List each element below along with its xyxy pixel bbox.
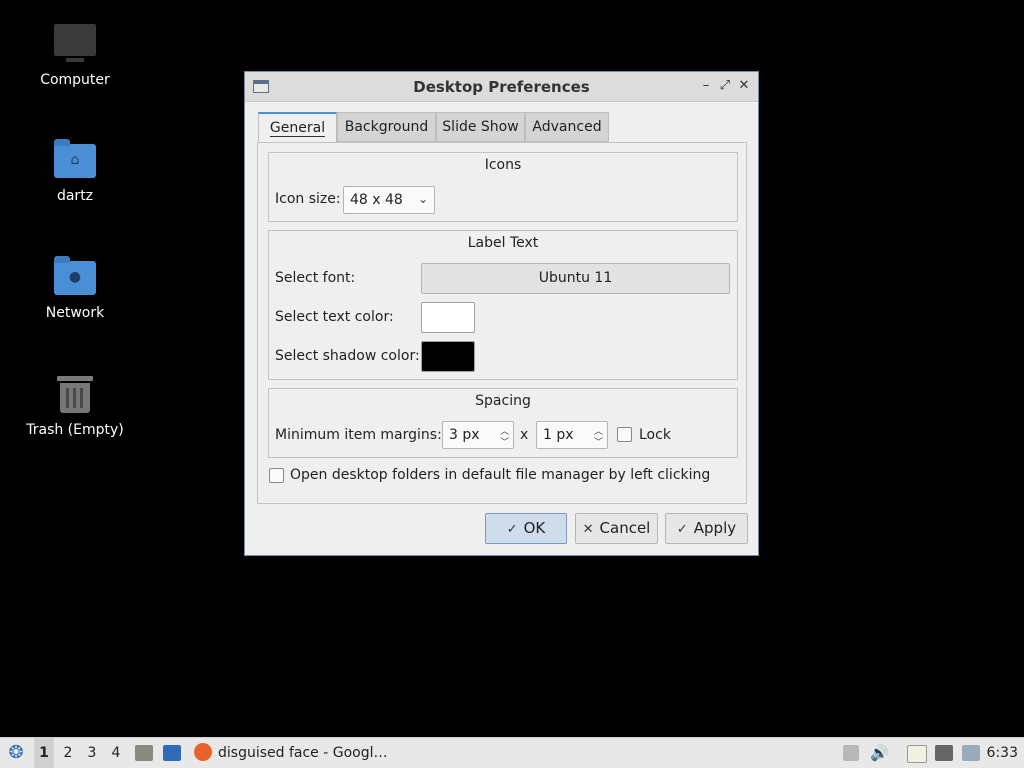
text-color-button[interactable]: [421, 302, 475, 333]
dialog-titlebar[interactable]: Desktop Preferences – ⤢ ✕: [245, 72, 758, 102]
notification-icon[interactable]: [962, 745, 980, 761]
chevron-down-icon[interactable]: ﹀: [500, 435, 509, 448]
margin-y-spinbox[interactable]: 1 px ︿ ﹀: [536, 421, 608, 449]
tab-advanced[interactable]: Advanced: [525, 112, 609, 142]
show-desktop-icon[interactable]: [163, 745, 181, 761]
checkmark-icon: ✓: [506, 522, 518, 537]
spacing-group: Spacing Minimum item margins: 3 px ︿ ﹀ x…: [268, 388, 738, 458]
minimum-item-margins-label: Minimum item margins:: [275, 427, 442, 443]
desktop-icon-label: Network: [45, 305, 105, 321]
taskbar: ❂ 1 2 3 4 disguised face - Googl… 🔊 6:33: [0, 737, 1024, 768]
close-icon: ✕: [582, 522, 594, 537]
minimize-icon[interactable]: –: [697, 77, 715, 95]
desktop-icon-trash[interactable]: Trash (Empty): [20, 372, 130, 438]
icon-size-select[interactable]: 48 x 48 ⌄: [343, 186, 435, 214]
taskbar-window-button[interactable]: disguised face - Googl…: [192, 738, 392, 768]
desktop-icon-label: dartz: [56, 188, 94, 204]
computer-icon: [53, 22, 97, 66]
desktop-preferences-dialog: Desktop Preferences – ⤢ ✕ General Backgr…: [244, 71, 759, 556]
tab-general[interactable]: General: [258, 112, 337, 143]
margin-x-value: 3 px: [449, 427, 480, 443]
apply-button[interactable]: ✓ Apply: [665, 513, 748, 544]
margin-x-spinbox[interactable]: 3 px ︿ ﹀: [442, 421, 514, 449]
desktop-icon-network[interactable]: ● Network: [20, 255, 130, 321]
desktop-icon-label: Computer: [40, 72, 110, 88]
taskbar-window-title: disguised face - Googl…: [218, 745, 388, 761]
icons-group: Icons Icon size: 48 x 48 ⌄: [268, 152, 738, 222]
general-tab-panel: Icons Icon size: 48 x 48 ⌄ Label Text Se…: [257, 142, 747, 504]
workspace-4[interactable]: 4: [106, 738, 126, 768]
shadow-color-button[interactable]: [421, 341, 475, 372]
spacing-group-title: Spacing: [475, 393, 531, 409]
dialog-title: Desktop Preferences: [413, 78, 590, 96]
lock-checkbox[interactable]: [617, 427, 632, 442]
open-folders-label: Open desktop folders in default file man…: [290, 467, 711, 483]
firefox-icon: [194, 743, 212, 761]
lock-label: Lock: [639, 427, 671, 443]
tab-slide-show[interactable]: Slide Show: [436, 112, 525, 142]
label-text-group: Label Text Select font: Ubuntu 11 Select…: [268, 230, 738, 380]
file-manager-launcher-icon[interactable]: [135, 745, 153, 761]
label-text-group-title: Label Text: [467, 235, 539, 251]
eject-icon[interactable]: [843, 745, 859, 761]
chevron-down-icon[interactable]: ﹀: [594, 435, 603, 448]
trash-icon: [53, 372, 97, 416]
start-menu-icon[interactable]: ❂: [4, 738, 28, 768]
network-folder-icon: ●: [53, 255, 97, 299]
checkmark-icon: ✓: [676, 522, 688, 537]
cancel-button[interactable]: ✕ Cancel: [575, 513, 658, 544]
clipboard-icon[interactable]: [907, 745, 927, 763]
desktop-icon-computer[interactable]: Computer: [20, 22, 130, 88]
close-icon[interactable]: ✕: [735, 77, 753, 95]
home-folder-icon: ⌂: [53, 138, 97, 182]
tab-background[interactable]: Background: [337, 112, 436, 142]
ok-button[interactable]: ✓ OK: [485, 513, 567, 544]
volume-icon[interactable]: 🔊: [870, 738, 890, 768]
chevron-down-icon: ⌄: [417, 192, 428, 206]
desktop-icon-home[interactable]: ⌂ dartz: [20, 138, 130, 204]
workspace-1[interactable]: 1: [34, 738, 54, 768]
select-font-label: Select font:: [275, 270, 356, 286]
icon-size-label: Icon size:: [275, 191, 341, 207]
select-shadow-color-label: Select shadow color:: [275, 348, 420, 364]
workspace-3[interactable]: 3: [82, 738, 102, 768]
select-font-button[interactable]: Ubuntu 11: [421, 263, 730, 294]
icon-size-value: 48 x 48: [350, 192, 403, 208]
icons-group-title: Icons: [484, 157, 522, 173]
desktop-icon-label: Trash (Empty): [26, 422, 124, 438]
network-status-icon[interactable]: [935, 745, 953, 761]
clock[interactable]: 6:33: [987, 738, 1018, 768]
margin-separator: x: [520, 427, 529, 443]
maximize-icon[interactable]: ⤢: [716, 77, 734, 95]
margin-y-value: 1 px: [543, 427, 574, 443]
select-text-color-label: Select text color:: [275, 309, 394, 325]
workspace-2[interactable]: 2: [58, 738, 78, 768]
open-folders-checkbox[interactable]: [269, 468, 284, 483]
